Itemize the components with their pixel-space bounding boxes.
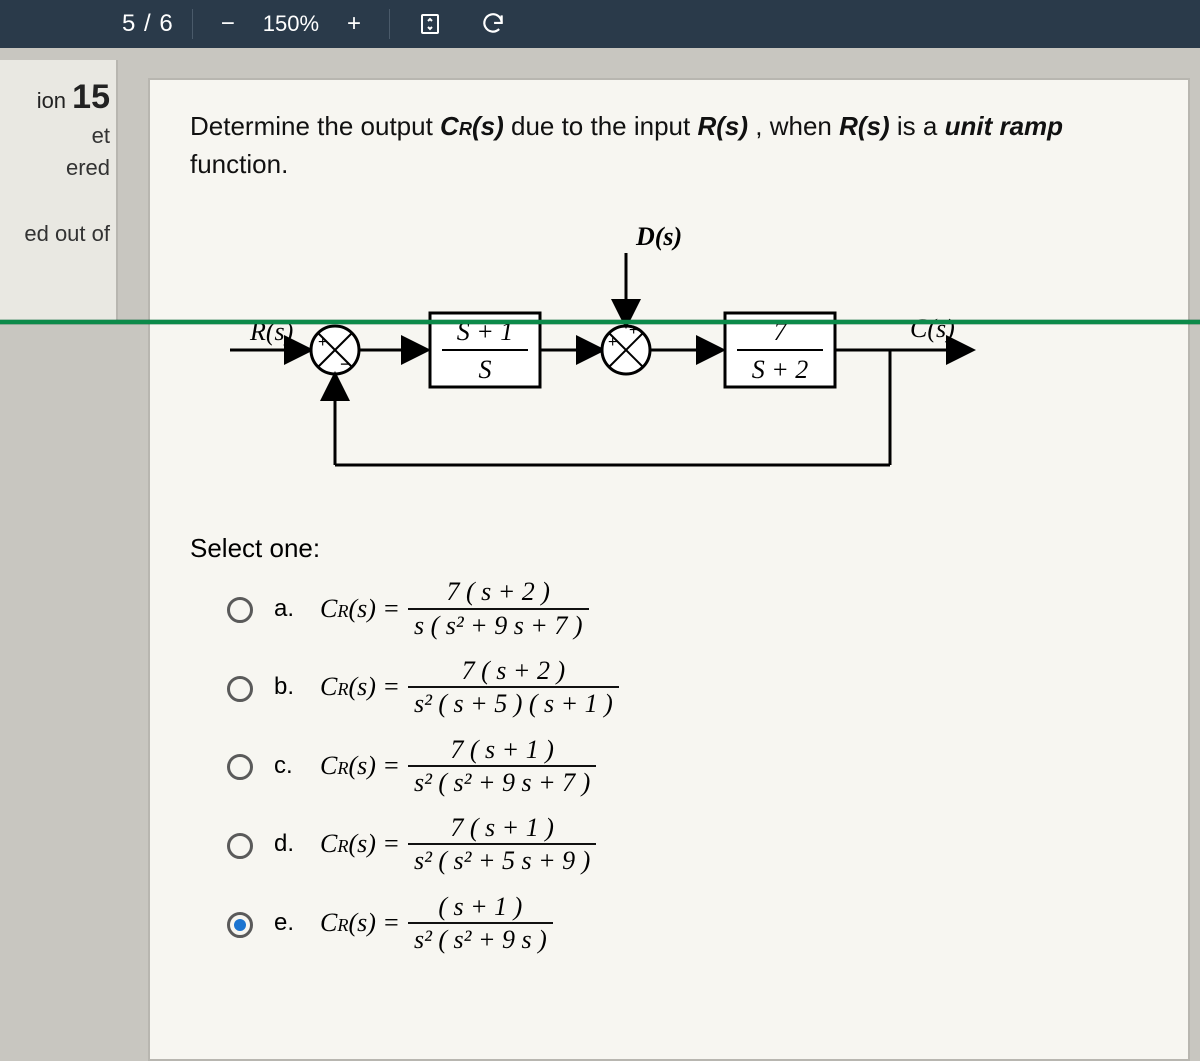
page-total: 6 bbox=[159, 10, 173, 37]
answer-radio[interactable] bbox=[227, 597, 253, 623]
page-indicator: 5 / 6 bbox=[122, 10, 174, 38]
question-number: ion 15 bbox=[0, 78, 110, 117]
sidebar-line: et bbox=[0, 123, 110, 149]
option-formula: CR(s) =( s + 1 )s² ( s² + 9 s ) bbox=[320, 893, 553, 954]
answer-option[interactable]: b. CR(s) =7 ( s + 2 )s² ( s + 5 ) ( s + 1… bbox=[222, 657, 1158, 718]
pdf-toolbar: 5 / 6 − 150% + bbox=[0, 0, 1200, 48]
question-card: Determine the output CR(s) due to the in… bbox=[148, 78, 1190, 1061]
question-prompt: Determine the output CR(s) due to the in… bbox=[190, 108, 1158, 183]
svg-text:−: − bbox=[340, 354, 351, 374]
answer-option[interactable]: c. CR(s) =7 ( s + 1 )s² ( s² + 9 s + 7 ) bbox=[222, 736, 1158, 797]
toolbar-divider-2 bbox=[389, 9, 390, 39]
option-formula: CR(s) =7 ( s + 1 )s² ( s² + 5 s + 9 ) bbox=[320, 814, 596, 875]
option-formula: CR(s) =7 ( s + 2 )s ( s² + 9 s + 7 ) bbox=[320, 578, 589, 639]
sidebar-line: ered bbox=[0, 155, 110, 181]
highlight-line bbox=[0, 320, 1200, 324]
fit-page-button[interactable] bbox=[408, 8, 452, 40]
option-formula: CR(s) =7 ( s + 1 )s² ( s² + 9 s + 7 ) bbox=[320, 736, 596, 797]
answer-option[interactable]: a. CR(s) =7 ( s + 2 )s ( s² + 9 s + 7 ) bbox=[222, 578, 1158, 639]
toolbar-divider bbox=[192, 9, 193, 39]
option-formula: CR(s) =7 ( s + 2 )s² ( s + 5 ) ( s + 1 ) bbox=[320, 657, 619, 718]
zoom-out-button[interactable]: − bbox=[211, 6, 245, 42]
answer-radio[interactable] bbox=[227, 676, 253, 702]
zoom-in-button[interactable]: + bbox=[337, 6, 371, 42]
zoom-value: 150% bbox=[263, 11, 319, 37]
options-group: a. CR(s) =7 ( s + 2 )s ( s² + 9 s + 7 ) b.… bbox=[190, 578, 1158, 953]
select-one-label: Select one: bbox=[190, 533, 1158, 564]
question-info-sidebar: ion 15 et ered ed out of bbox=[0, 60, 118, 320]
svg-text:+: + bbox=[318, 334, 327, 351]
answer-option[interactable]: e. CR(s) =( s + 1 )s² ( s² + 9 s ) bbox=[222, 893, 1158, 954]
disturbance-label: D(s) bbox=[635, 222, 682, 251]
page-current: 5 bbox=[122, 10, 136, 37]
svg-text:+: + bbox=[629, 322, 638, 339]
option-letter: b. bbox=[274, 673, 302, 701]
summing-junction-icon: + − bbox=[311, 326, 359, 374]
rotate-button[interactable] bbox=[470, 7, 516, 41]
answer-option[interactable]: d. CR(s) =7 ( s + 1 )s² ( s² + 5 s + 9 ) bbox=[222, 814, 1158, 875]
svg-text:S: S bbox=[479, 355, 492, 384]
answer-radio[interactable] bbox=[227, 833, 253, 859]
option-letter: a. bbox=[274, 595, 302, 623]
option-letter: e. bbox=[274, 909, 302, 937]
option-letter: c. bbox=[274, 752, 302, 780]
option-letter: d. bbox=[274, 830, 302, 858]
answer-radio[interactable] bbox=[227, 754, 253, 780]
output-label: C(s) bbox=[910, 314, 955, 343]
summing-junction-icon: + + bbox=[602, 322, 650, 374]
svg-text:S + 2: S + 2 bbox=[752, 355, 809, 384]
answer-radio[interactable] bbox=[227, 912, 253, 938]
sidebar-line: ed out of bbox=[0, 221, 110, 247]
svg-text:+: + bbox=[608, 334, 617, 351]
block-diagram: R(s) + − S + 1 S + + bbox=[190, 205, 1158, 505]
rotate-icon bbox=[480, 11, 506, 37]
fit-page-icon bbox=[418, 12, 442, 36]
